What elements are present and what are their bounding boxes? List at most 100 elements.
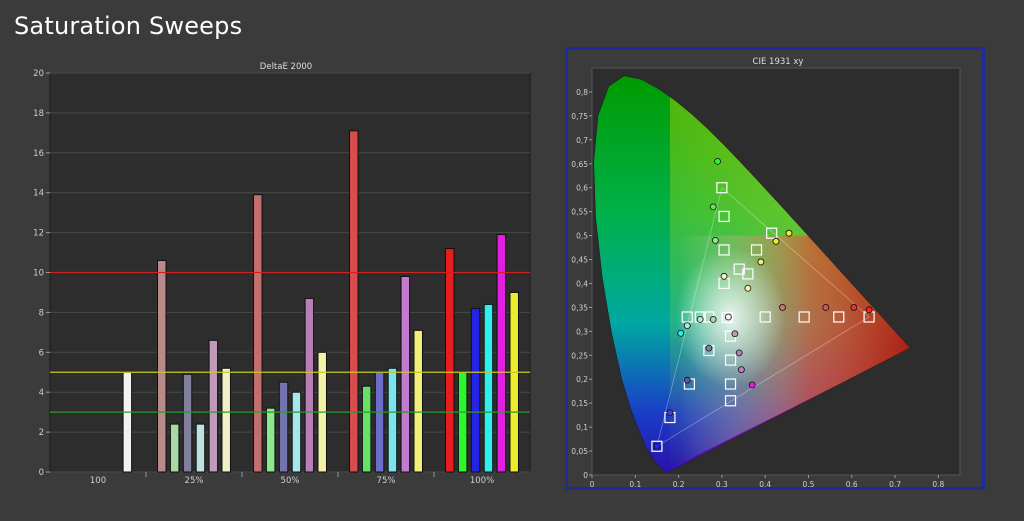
cie-x-tick-label: 0,8 [932, 480, 944, 487]
deltae-y-tick-label: 0 [39, 468, 44, 478]
deltae-bar [169, 423, 180, 473]
deltae-y-tick-label: 2 [39, 428, 44, 438]
deltae-bar [291, 391, 302, 473]
deltae-y-tick-label: 14 [33, 189, 44, 199]
cie-y-tick-label: 0,4 [576, 279, 588, 288]
cie-measured-point [737, 366, 745, 374]
deltae-x-tick-label: 25% [185, 476, 204, 486]
cie-measured-point [850, 304, 858, 311]
cie-x-tick-label: 0,3 [716, 480, 728, 487]
cie-x-tick-label: 0 [590, 480, 595, 487]
cie-y-tick-label: 0,05 [571, 447, 588, 456]
deltae-bar [278, 381, 289, 473]
cie-y-tick-label: 0,35 [571, 303, 588, 312]
cie-measured-point [731, 330, 739, 338]
cie-measured-point [724, 313, 732, 321]
deltae-x-ticks: 100 25% 50% 75% 100% [90, 472, 494, 486]
deltae-y-tick-label: 18 [33, 109, 44, 119]
deltae-x-tick-label: 50% [281, 476, 300, 486]
cie-measured-point [705, 344, 713, 352]
cie-y-tick-label: 0,55 [571, 208, 588, 217]
cie-measured-point [757, 258, 765, 266]
deltae-bar [221, 367, 231, 473]
cie-measured-point [683, 376, 691, 384]
deltae-y-tick-label: 4 [39, 388, 44, 398]
cie-measured-point [865, 306, 873, 314]
cie-y-tick-label: 0,15 [571, 399, 588, 408]
deltae-y-tick-label: 8 [39, 308, 44, 318]
deltae-bar [496, 234, 507, 473]
cie-measured-point [677, 329, 685, 337]
cie-x-tick-label: 0,2 [673, 480, 685, 487]
deltae-x-tick-label: 100 [90, 476, 106, 486]
deltae-y-tick-label: 6 [39, 348, 44, 358]
cie-measured-point [709, 203, 717, 211]
deltae-bar [445, 248, 455, 473]
deltae-bar [208, 339, 219, 473]
deltae-bar-chart: DeltaE 2000 0 2 4 6 8 10 12 14 16 18 20 100 25% 50% 7… [33, 62, 531, 486]
cie-y-ticks: 0 0,05 0,1 0,15 0,2 0,25 0,3 0,35 0,4 0,45 0,5 0,55… [571, 88, 592, 480]
cie-measured-point [666, 409, 674, 417]
cie-measured-point [735, 349, 743, 357]
cie-x-tick-label: 0,1 [629, 480, 641, 487]
cie-measured-point [653, 442, 661, 450]
deltae-bar [483, 303, 494, 473]
deltae-chart-title: DeltaE 2000 [260, 62, 312, 72]
cie-measured-point [720, 272, 728, 280]
cie-measured-point [744, 284, 752, 292]
cie-y-tick-label: 0,2 [576, 375, 588, 384]
cie-chart: CIE 1931 xy 0 0,05 0,1 0,15 0,2 0,25 0,3 0,35 0,… [571, 57, 961, 487]
cie-measured-point [683, 322, 691, 330]
cie-x-tick-label: 0,4 [759, 480, 771, 487]
cie-x-tick-label: 0,6 [846, 480, 858, 487]
deltae-y-tick-label: 12 [33, 229, 44, 239]
cie-y-tick-label: 0,7 [576, 136, 588, 145]
deltae-bar [265, 407, 276, 473]
deltae-bar [509, 291, 519, 473]
cie-y-tick-label: 0,1 [576, 423, 588, 432]
cie-x-ticks: 0 0,1 0,2 0,3 0,4 0,5 0,6 0,7 0,8 [590, 475, 945, 487]
deltae-bar [304, 297, 315, 473]
deltae-x-tick-label: 75% [377, 476, 396, 486]
deltae-y-tick-label: 20 [33, 69, 44, 79]
cie-measured-point [748, 381, 756, 389]
cie-chart-title: CIE 1931 xy [753, 57, 804, 67]
deltae-bar [413, 329, 423, 473]
cie-measured-point [696, 315, 704, 323]
deltae-y-tick-label: 16 [33, 149, 44, 159]
cie-measured-point [772, 237, 780, 245]
cie-y-tick-label: 0,6 [576, 184, 588, 193]
deltae-y-tick-label: 10 [33, 269, 44, 279]
deltae-bar [349, 130, 359, 473]
deltae-bar [374, 371, 385, 473]
deltae-bar [457, 371, 468, 473]
deltae-bar [182, 373, 193, 473]
deltae-bar [387, 367, 398, 473]
deltae-bar [122, 371, 133, 473]
cie-y-tick-label: 0,8 [576, 88, 588, 97]
cie-measured-point [779, 304, 786, 311]
cie-measured-point [714, 157, 721, 165]
cie-measured-point [709, 315, 717, 323]
cie-y-tick-label: 0,75 [571, 112, 588, 121]
cie-measured-point [785, 229, 793, 237]
deltae-bar [470, 307, 481, 473]
cie-y-tick-label: 0 [583, 471, 588, 480]
cie-chart-panel: CIE 1931 xy 0 0,05 0,1 0,15 0,2 0,25 0,3 0,35 0,… [565, 47, 985, 490]
deltae-bar [361, 385, 372, 473]
deltae-bar [400, 275, 411, 473]
deltae-bar [195, 423, 206, 473]
cie-x-tick-label: 0,7 [889, 480, 901, 487]
cie-x-tick-label: 0,5 [803, 480, 815, 487]
cie-y-tick-label: 0,5 [576, 232, 588, 241]
deltae-x-tick-label: 100% [470, 476, 494, 486]
cie-measured-point [822, 304, 830, 311]
deltae-y-ticks: 0 2 4 6 8 10 12 14 16 18 20 [33, 69, 50, 478]
deltae-bar [253, 194, 263, 473]
cie-y-tick-label: 0,25 [571, 351, 588, 360]
cie-y-tick-label: 0,45 [571, 256, 588, 265]
cie-y-tick-label: 0,65 [571, 160, 588, 169]
cie-y-tick-label: 0,3 [576, 327, 588, 336]
cie-measured-point [711, 236, 719, 244]
deltae-bar [157, 260, 167, 473]
